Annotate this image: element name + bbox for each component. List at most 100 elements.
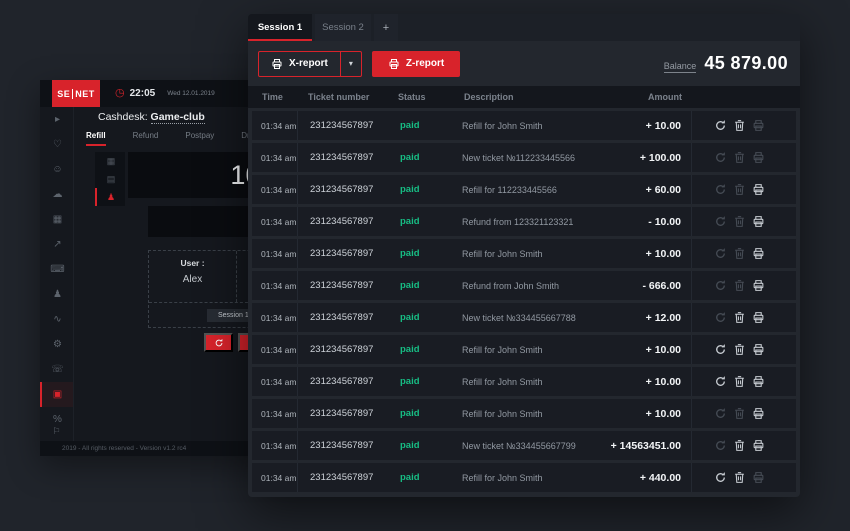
row-time: 01:34 am <box>252 335 298 364</box>
row-ticket-number: 231234567897 <box>298 303 388 332</box>
settings-icon[interactable]: ⚙ <box>40 332 73 357</box>
refresh-icon[interactable] <box>714 343 727 356</box>
row-time: 01:34 am <box>252 367 298 396</box>
cashier-icon[interactable]: ♟ <box>95 188 125 206</box>
z-report-button[interactable]: Z-report <box>372 51 460 77</box>
print-icon[interactable] <box>752 439 765 452</box>
row-description: Refill for John Smith <box>454 399 600 428</box>
refresh-icon[interactable] <box>714 375 727 388</box>
row-amount: + 10.00 <box>600 111 692 140</box>
row-amount: - 10.00 <box>600 207 692 236</box>
clock-time: 22:05 <box>130 88 156 99</box>
print-icon[interactable] <box>752 279 765 292</box>
row-time: 01:34 am <box>252 143 298 172</box>
trash-icon[interactable] <box>733 311 746 324</box>
chevron-down-icon: ▾ <box>349 59 353 68</box>
refresh-button[interactable] <box>204 333 233 352</box>
z-report-label: Z-report <box>406 58 444 69</box>
cashdesk-tab-refund[interactable]: Refund <box>133 131 159 146</box>
trash-icon[interactable] <box>733 343 746 356</box>
print-icon[interactable] <box>752 151 765 164</box>
balance-label[interactable]: Balance <box>664 61 697 73</box>
row-description: Refund from John Smith <box>454 271 600 300</box>
table-row: 01:34 am 231234567897 paid New ticket №3… <box>252 431 796 460</box>
printer-icon <box>388 58 400 70</box>
refresh-icon[interactable] <box>714 407 727 420</box>
row-actions <box>692 303 796 332</box>
play-icon[interactable]: ▸ <box>40 107 73 132</box>
row-description: Refill for John Smith <box>454 463 600 492</box>
share-icon[interactable]: ↗ <box>40 232 73 257</box>
row-status: paid <box>388 175 454 204</box>
refresh-icon[interactable] <box>714 311 727 324</box>
trash-icon[interactable] <box>733 183 746 196</box>
print-icon[interactable] <box>752 471 765 484</box>
print-icon[interactable] <box>752 183 765 196</box>
refresh-icon[interactable] <box>714 279 727 292</box>
cashdesk-icon[interactable]: ▣ <box>40 382 73 407</box>
row-status: paid <box>388 143 454 172</box>
refresh-icon[interactable] <box>714 247 727 260</box>
card-icon[interactable]: ▦ <box>40 207 73 232</box>
print-icon[interactable] <box>752 375 765 388</box>
trash-icon[interactable] <box>733 119 746 132</box>
keypad-icon[interactable]: ▦ <box>95 152 125 170</box>
cashdesk-name-link[interactable]: Game-club <box>151 111 205 124</box>
user-icon[interactable]: ♟ <box>40 282 73 307</box>
trash-icon[interactable] <box>733 439 746 452</box>
cashdesk-tab-refill[interactable]: Refill <box>86 131 106 146</box>
trash-icon[interactable] <box>733 407 746 420</box>
add-session-tab[interactable]: + <box>374 14 398 41</box>
cashdesk-tab-postpay[interactable]: Postpay <box>185 131 214 146</box>
stats-icon[interactable]: ∿ <box>40 307 73 332</box>
row-ticket-number: 231234567897 <box>298 207 388 236</box>
user-panel-left: User : Alex <box>149 251 237 302</box>
x-report-dropdown[interactable]: ▾ <box>340 52 361 76</box>
column-description: Description <box>454 92 600 102</box>
row-status: paid <box>388 111 454 140</box>
row-time: 01:34 am <box>252 111 298 140</box>
report-toolbar: X-report ▾ Z-report Balance 45 879.00 <box>248 41 800 86</box>
refresh-icon[interactable] <box>714 151 727 164</box>
print-icon[interactable] <box>752 407 765 420</box>
tab-session-1[interactable]: Session 1 <box>248 14 312 41</box>
row-actions <box>692 175 796 204</box>
print-icon[interactable] <box>752 343 765 356</box>
row-amount: + 14563451.00 <box>600 431 692 460</box>
tab-session-2[interactable]: Session 2 <box>315 14 371 41</box>
refresh-icon[interactable] <box>714 471 727 484</box>
refresh-icon[interactable] <box>714 215 727 228</box>
phone-icon[interactable]: ☏ <box>40 357 73 382</box>
heart-icon[interactable]: ♡ <box>40 132 73 157</box>
trash-icon[interactable] <box>733 247 746 260</box>
row-ticket-number: 231234567897 <box>298 175 388 204</box>
users-icon[interactable]: ☺ <box>40 157 73 182</box>
refresh-icon[interactable] <box>714 439 727 452</box>
id-card-icon[interactable]: ▤ <box>95 170 125 188</box>
row-time: 01:34 am <box>252 399 298 428</box>
row-actions <box>692 463 796 492</box>
row-status: paid <box>388 271 454 300</box>
flag-icon[interactable]: ⚐ <box>40 426 73 437</box>
trash-icon[interactable] <box>733 151 746 164</box>
cloud-icon[interactable]: ☁ <box>40 182 73 207</box>
row-actions <box>692 367 796 396</box>
row-amount: + 10.00 <box>600 399 692 428</box>
print-icon[interactable] <box>752 247 765 260</box>
table-row: 01:34 am 231234567897 paid New ticket №3… <box>252 303 796 332</box>
terminal-icon[interactable]: ⌨ <box>40 257 73 282</box>
print-icon[interactable] <box>752 311 765 324</box>
row-status: paid <box>388 207 454 236</box>
refresh-icon[interactable] <box>714 119 727 132</box>
print-icon[interactable] <box>752 215 765 228</box>
trash-icon[interactable] <box>733 215 746 228</box>
refresh-icon[interactable] <box>714 183 727 196</box>
trash-icon[interactable] <box>733 375 746 388</box>
table-row: 01:34 am 231234567897 paid Refill for Jo… <box>252 463 796 492</box>
row-ticket-number: 231234567897 <box>298 111 388 140</box>
trash-icon[interactable] <box>733 279 746 292</box>
x-report-button[interactable]: X-report <box>259 52 340 76</box>
print-icon[interactable] <box>752 119 765 132</box>
trash-icon[interactable] <box>733 471 746 484</box>
table-row: 01:34 am 231234567897 paid Refill for Jo… <box>252 239 796 268</box>
